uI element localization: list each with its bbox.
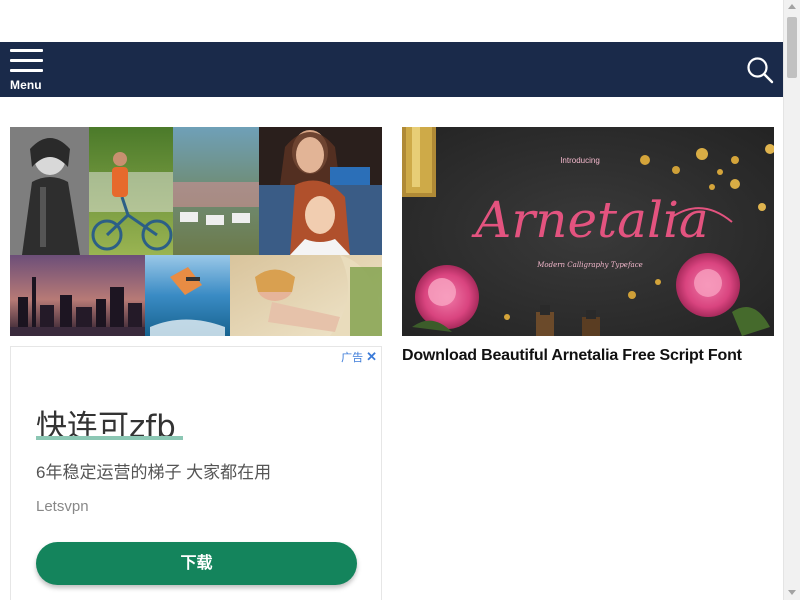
ad-badge-label: 广告 — [341, 352, 364, 364]
arnetalia-name-text: Arnetalia — [471, 191, 709, 249]
ad-brand: Letsvpn — [36, 498, 89, 515]
vertical-scrollbar[interactable] — [783, 0, 800, 600]
post-title[interactable]: Download Beautiful Arnetalia Free Script… — [402, 347, 782, 365]
page: Menu Introducing Arnetalia Modern Callig… — [0, 0, 800, 600]
scrollbar-thumb[interactable] — [787, 17, 797, 78]
ad-subtitle: 6年稳定运营的梯子 大家都在用 — [36, 463, 272, 482]
search-icon — [747, 57, 774, 84]
hamburger-menu-icon-bar — [10, 69, 43, 72]
post-thumbnail-photo-collage[interactable] — [10, 127, 382, 336]
ad-badge[interactable]: 广告 ✕ — [341, 349, 377, 365]
menu-button[interactable]: Menu — [10, 49, 44, 93]
close-icon[interactable]: ✕ — [366, 349, 377, 365]
ad-title-underline — [36, 436, 183, 440]
scroll-down-arrow-icon[interactable] — [788, 590, 796, 595]
photo-collage-image — [10, 127, 382, 336]
advertisement-box[interactable]: 广告 ✕ 快连可zfb 6年稳定运营的梯子 大家都在用 Letsvpn 下载 — [10, 346, 382, 600]
hamburger-menu-icon — [10, 49, 43, 52]
arnetalia-intro-text: Introducing — [560, 156, 600, 165]
ad-download-button[interactable]: 下载 — [36, 542, 357, 585]
hamburger-menu-icon-bar — [10, 59, 43, 62]
top-navbar: Menu — [0, 42, 783, 97]
menu-label: Menu — [10, 78, 42, 92]
search-button[interactable] — [745, 55, 775, 85]
scroll-up-arrow-icon[interactable] — [788, 4, 796, 9]
arnetalia-font-preview-image: Introducing Arnetalia Modern Calligraphy… — [402, 127, 774, 336]
arnetalia-subtitle-text: Modern Calligraphy Typeface — [536, 261, 643, 269]
post-thumbnail-arnetalia[interactable]: Introducing Arnetalia Modern Calligraphy… — [402, 127, 774, 336]
